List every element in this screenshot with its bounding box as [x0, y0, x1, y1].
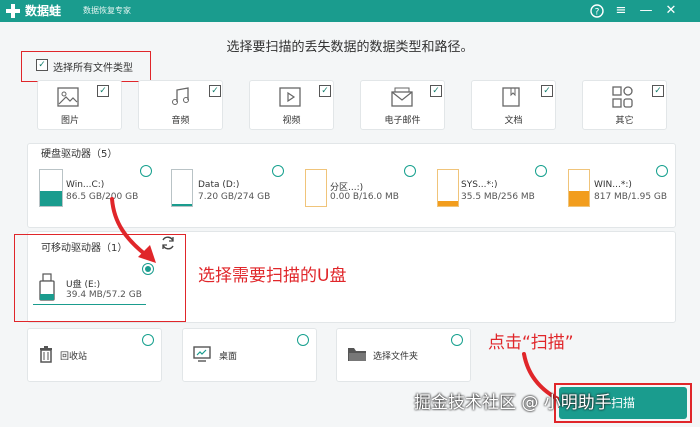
menu-icon: ≡ — [615, 3, 627, 18]
location-label: 选择文件夹 — [373, 352, 419, 362]
desktop-icon — [193, 346, 211, 362]
video-icon — [279, 87, 301, 107]
drive-item[interactable]: WIN...*:) 817 MB/1.95 GB — [565, 163, 670, 209]
image-icon — [57, 87, 79, 107]
other-checkbox[interactable]: ✓ — [652, 85, 664, 97]
file-type-label: 图片 — [60, 116, 79, 126]
drive-radio[interactable] — [404, 165, 416, 177]
location-desktop[interactable]: 桌面 — [182, 328, 317, 382]
drive-name: U盘 (E:) — [66, 280, 101, 290]
select-all-checkbox[interactable]: ✓ — [36, 59, 48, 71]
drive-size: 39.4 MB/57.2 GB — [66, 290, 142, 300]
close-icon: ✕ — [665, 3, 677, 18]
drive-icon — [305, 169, 327, 207]
other-icon — [612, 86, 633, 108]
help-icon: ? — [590, 4, 604, 18]
annotation-click-scan: 点击“扫描” — [488, 333, 574, 353]
drive-size: 0.00 B/16.0 MB — [330, 192, 399, 202]
file-type-card-video[interactable]: ✓ 视频 — [249, 80, 334, 130]
usb-underline — [33, 304, 146, 305]
email-icon — [391, 87, 413, 107]
help-button[interactable]: ? — [588, 1, 606, 21]
file-type-card-image[interactable]: ✓ 图片 — [37, 80, 122, 130]
file-type-card-other[interactable]: ✓ 其它 — [582, 80, 667, 130]
location-radio[interactable] — [297, 334, 309, 346]
location-radio[interactable] — [451, 334, 463, 346]
drive-radio[interactable] — [535, 165, 547, 177]
minimize-button[interactable]: — — [637, 1, 655, 21]
minimize-icon: — — [639, 3, 653, 18]
app-subtitle: 数据恢复专家 — [83, 6, 131, 15]
drive-radio[interactable] — [140, 165, 152, 177]
drive-icon — [171, 169, 193, 207]
drive-item[interactable]: Data (D:) 7.20 GB/274 GB — [168, 163, 290, 209]
file-type-label: 文档 — [504, 116, 523, 126]
file-type-card-audio[interactable]: ✓ 音频 — [138, 80, 223, 130]
drive-radio[interactable] — [272, 165, 284, 177]
video-checkbox[interactable]: ✓ — [319, 85, 331, 97]
menu-button[interactable]: ≡ — [612, 1, 630, 21]
app-logo-icon — [6, 4, 20, 18]
close-button[interactable]: ✕ — [662, 1, 680, 21]
audio-icon — [172, 87, 189, 105]
audio-checkbox[interactable]: ✓ — [209, 85, 221, 97]
annotation-select-usb: 选择需要扫描的U盘 — [198, 266, 347, 286]
file-type-label: 视频 — [282, 116, 301, 126]
scan-button-label: 扫描 — [610, 396, 635, 410]
drive-item[interactable]: SYS...*:) 35.5 MB/256 MB — [434, 163, 552, 209]
annotation-arrow-icon — [110, 197, 156, 263]
drive-name: SYS...*:) — [461, 180, 498, 190]
drive-name: Data (D:) — [198, 180, 240, 190]
hard-drives-title: 硬盘驱动器（5） — [41, 149, 118, 160]
drive-name: Win...C:) — [66, 180, 105, 190]
location-radio[interactable] — [142, 334, 154, 346]
svg-text:?: ? — [595, 8, 600, 18]
drive-radio[interactable] — [656, 165, 668, 177]
file-type-label: 电子邮件 — [384, 116, 421, 126]
file-type-label: 其它 — [615, 116, 634, 126]
file-type-label: 音频 — [171, 116, 190, 126]
drive-size: 35.5 MB/256 MB — [461, 192, 535, 202]
drive-name: WIN...*:) — [594, 180, 632, 190]
location-select-folder[interactable]: 选择文件夹 — [336, 328, 471, 382]
drive-icon — [568, 169, 590, 207]
folder-icon — [348, 348, 366, 361]
usb-drive-icon — [39, 273, 55, 301]
watermark: 掘金技术社区 @ 小明助手 — [414, 393, 612, 413]
location-label: 回收站 — [60, 352, 88, 362]
document-icon — [502, 87, 520, 107]
location-recycle-bin[interactable]: 回收站 — [27, 328, 162, 382]
drive-item[interactable]: 分区...:) 0.00 B/16.0 MB — [302, 163, 420, 209]
file-type-card-document[interactable]: ✓ 文档 — [471, 80, 556, 130]
drive-size: 817 MB/1.95 GB — [594, 192, 668, 202]
image-checkbox[interactable]: ✓ — [97, 85, 109, 97]
location-label: 桌面 — [219, 352, 238, 362]
drive-icon — [39, 169, 63, 207]
recycle-bin-icon — [40, 346, 52, 363]
file-type-card-email[interactable]: ✓ 电子邮件 — [360, 80, 445, 130]
email-checkbox[interactable]: ✓ — [430, 85, 442, 97]
drive-size: 7.20 GB/274 GB — [198, 192, 271, 202]
app-name: 数据蛙 — [25, 4, 62, 18]
title-bar: 数据蛙 数据恢复专家 ? ≡ — ✕ — [0, 0, 700, 22]
document-checkbox[interactable]: ✓ — [541, 85, 553, 97]
select-all-label: 选择所有文件类型 — [53, 63, 133, 74]
drive-icon — [437, 169, 459, 207]
